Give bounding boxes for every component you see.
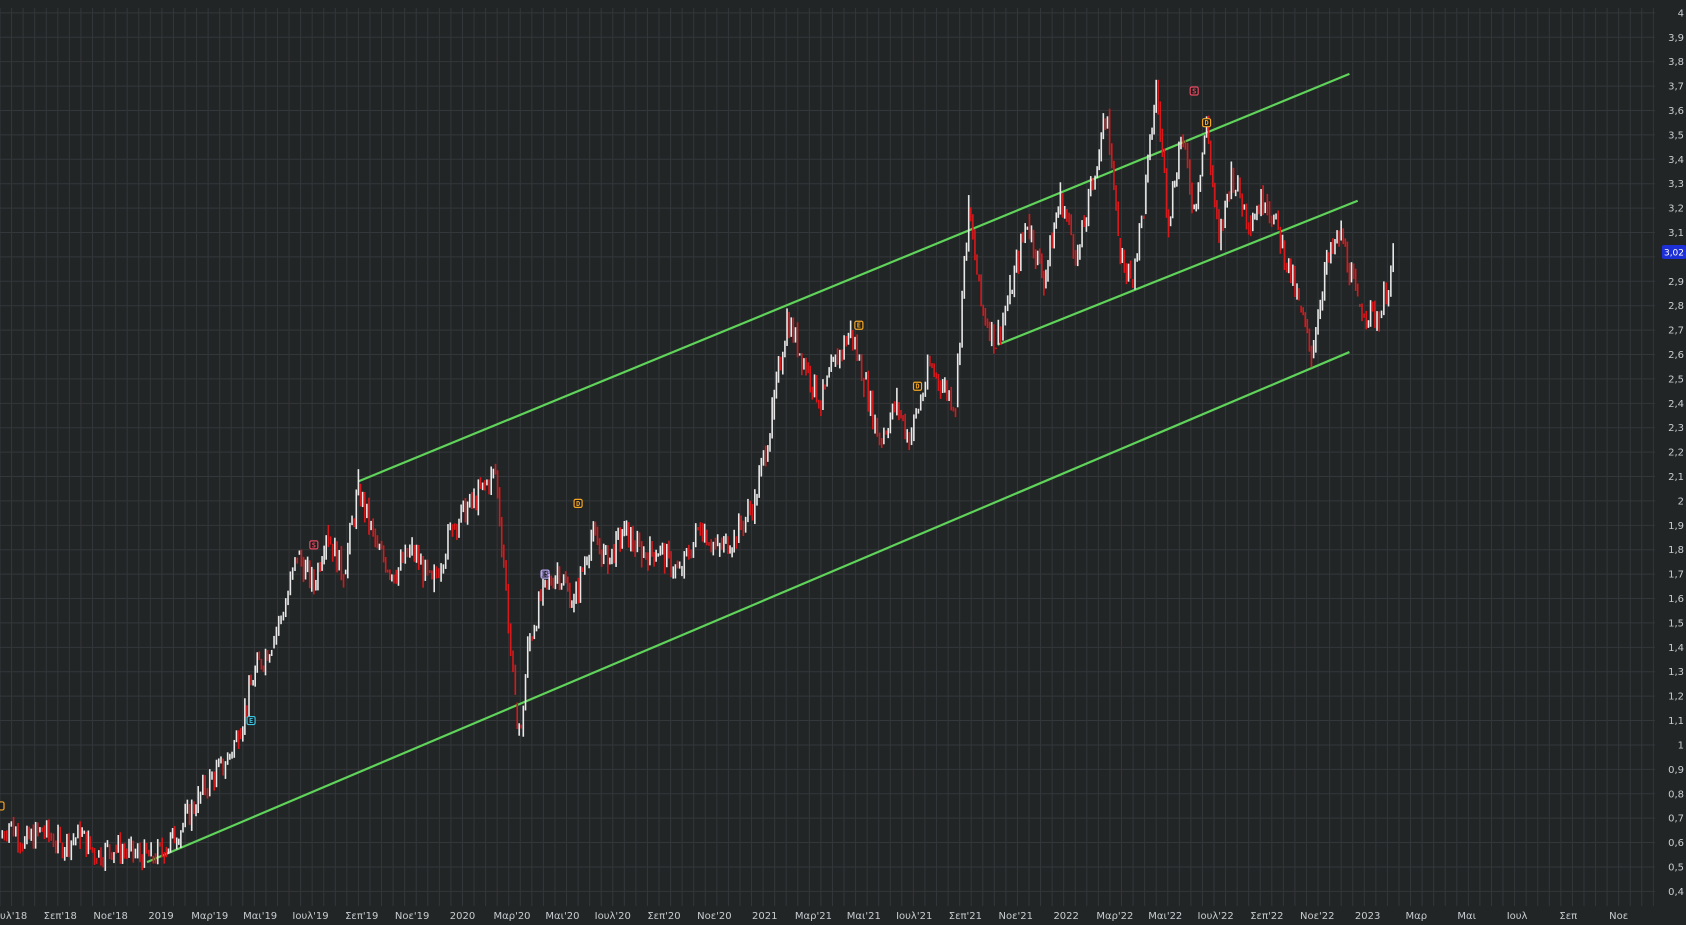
x-tick-label: Νοε'21 [999, 911, 1033, 922]
x-tick-label: Σεπ [1559, 911, 1577, 922]
y-tick-label: 2,5 [1668, 374, 1684, 385]
x-tick-label: Νοε'19 [395, 911, 429, 922]
y-tick-label: 3,9 [1668, 33, 1684, 44]
last-price-label: 3,02 [1664, 249, 1684, 259]
event-marker-box [0, 801, 5, 811]
event-marker[interactable] [0, 801, 5, 811]
y-tick-label: 1,9 [1668, 521, 1684, 532]
event-marker[interactable]: ES [540, 569, 550, 579]
y-tick-label: 0,9 [1668, 765, 1684, 776]
y-tick-label: 1,6 [1668, 594, 1684, 605]
price-chart[interactable]: ESESDEDSD 0,40,50,60,70,80,911,11,21,31,… [0, 0, 1686, 925]
x-tick-label: Μαι'22 [1148, 911, 1182, 922]
x-tick-label: Μαρ'21 [795, 911, 832, 922]
x-tick-label: Μαι'20 [545, 911, 579, 922]
y-tick-label: 1,5 [1668, 618, 1684, 629]
x-tick-label: Σεπ'19 [345, 911, 378, 922]
y-tick-label: 3,5 [1668, 130, 1684, 141]
y-tick-label: 2,6 [1668, 350, 1684, 361]
y-tick-label: 1,2 [1668, 692, 1684, 703]
x-tick-label: Ιουλ'20 [595, 911, 631, 922]
y-tick-label: 3,3 [1668, 179, 1684, 190]
y-tick-label: 4 [1678, 8, 1684, 19]
y-tick-label: 0,8 [1668, 789, 1684, 800]
x-tick-label: 2023 [1355, 911, 1380, 922]
event-marker-label: D [1204, 119, 1208, 127]
event-marker-label: E [249, 717, 253, 725]
y-tick-label: 3,8 [1668, 57, 1684, 68]
y-tick-label: 0,7 [1668, 814, 1684, 825]
x-tick-label: Σεπ'18 [44, 911, 77, 922]
x-tick-label: Σεπ'21 [949, 911, 982, 922]
event-marker-label: E [857, 322, 861, 330]
y-tick-label: 3,1 [1668, 228, 1684, 239]
y-tick-label: 1,3 [1668, 667, 1684, 678]
x-tick-label: Ιουλ'19 [292, 911, 328, 922]
x-tick-label: Ιουλ'18 [0, 911, 27, 922]
event-marker-label: D [576, 500, 580, 508]
x-tick-label: Μαι'19 [243, 911, 277, 922]
y-tick-label: 2,8 [1668, 301, 1684, 312]
x-tick-label: Μαι'21 [847, 911, 881, 922]
y-tick-label: 3,2 [1668, 204, 1684, 215]
y-tick-label: 0,5 [1668, 862, 1684, 873]
y-tick-label: 3,7 [1668, 82, 1684, 93]
chart-background [0, 0, 1686, 925]
y-tick-label: 3,4 [1668, 155, 1684, 166]
x-tick-label: Ιουλ'22 [1198, 911, 1234, 922]
x-tick-label: Ιουλ [1507, 911, 1528, 922]
event-marker-label: S [312, 541, 316, 549]
x-tick-label: 2020 [450, 911, 475, 922]
y-tick-label: 2,7 [1668, 326, 1684, 337]
y-tick-label: 2,4 [1668, 399, 1684, 410]
y-tick-label: 0,6 [1668, 838, 1684, 849]
event-marker[interactable]: D [573, 498, 583, 508]
event-marker[interactable]: D [912, 381, 923, 391]
y-tick-label: 1,4 [1668, 643, 1684, 654]
x-tick-label: Μαρ'22 [1096, 911, 1133, 922]
x-tick-label: Μαρ'20 [494, 911, 531, 922]
x-tick-label: 2019 [148, 911, 173, 922]
x-tick-label: 2021 [752, 911, 777, 922]
y-tick-label: 3,6 [1668, 106, 1684, 117]
x-tick-label: Μαρ'19 [191, 911, 228, 922]
y-tick-label: 1,7 [1668, 570, 1684, 581]
y-tick-label: 2,2 [1668, 448, 1684, 459]
event-marker-label: D [915, 383, 919, 391]
x-tick-label: Νοε'22 [1300, 911, 1334, 922]
x-tick-label: 2022 [1053, 911, 1078, 922]
x-tick-label: Νοε'18 [93, 911, 127, 922]
x-tick-label: Νοε'20 [697, 911, 731, 922]
event-marker-label: S [1192, 87, 1196, 95]
event-marker[interactable]: S [309, 540, 319, 550]
x-tick-label: Μαρ [1406, 911, 1428, 922]
y-tick-label: 0,4 [1668, 887, 1684, 898]
x-tick-label: Νοε [1609, 911, 1628, 922]
x-tick-label: Ιουλ'21 [896, 911, 932, 922]
event-marker[interactable]: E [854, 320, 864, 330]
x-tick-label: Σεπ'22 [1250, 911, 1283, 922]
event-marker[interactable]: D [1201, 118, 1212, 128]
y-tick-label: 2 [1678, 496, 1684, 507]
x-tick-label: Σεπ'20 [647, 911, 680, 922]
y-tick-label: 2,1 [1668, 472, 1684, 483]
event-marker[interactable]: E [246, 715, 256, 726]
last-price-badge: 3,02 [1662, 245, 1686, 260]
event-marker-label: ES [541, 571, 549, 579]
y-tick-label: 1,1 [1668, 716, 1684, 727]
y-tick-label: 2,3 [1668, 423, 1684, 434]
y-tick-label: 1 [1678, 740, 1684, 751]
y-tick-label: 2,9 [1668, 277, 1684, 288]
y-tick-label: 1,8 [1668, 545, 1684, 556]
x-tick-label: Μαι [1457, 911, 1476, 922]
event-marker[interactable]: S [1189, 86, 1199, 96]
